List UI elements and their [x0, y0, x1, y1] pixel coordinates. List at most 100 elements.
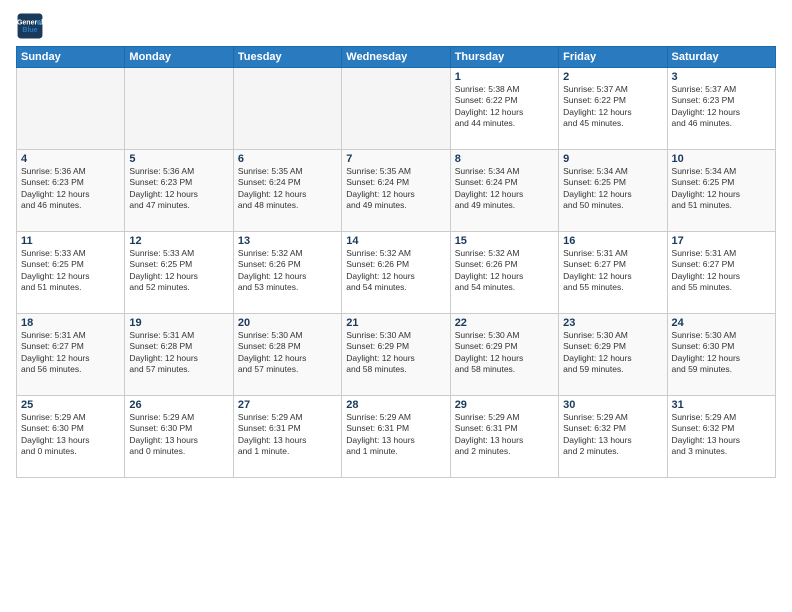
weekday-header-thursday: Thursday: [450, 47, 558, 68]
day-info: Sunrise: 5:29 AM Sunset: 6:31 PM Dayligh…: [346, 412, 445, 458]
day-info: Sunrise: 5:37 AM Sunset: 6:22 PM Dayligh…: [563, 84, 662, 130]
weekday-header-friday: Friday: [559, 47, 667, 68]
weekday-header-row: SundayMondayTuesdayWednesdayThursdayFrid…: [17, 47, 776, 68]
day-cell: 20Sunrise: 5:30 AM Sunset: 6:28 PM Dayli…: [233, 314, 341, 396]
day-cell: 28Sunrise: 5:29 AM Sunset: 6:31 PM Dayli…: [342, 396, 450, 478]
day-info: Sunrise: 5:29 AM Sunset: 6:31 PM Dayligh…: [238, 412, 337, 458]
day-number: 13: [238, 235, 337, 247]
day-cell: 7Sunrise: 5:35 AM Sunset: 6:24 PM Daylig…: [342, 150, 450, 232]
day-cell: 29Sunrise: 5:29 AM Sunset: 6:31 PM Dayli…: [450, 396, 558, 478]
day-cell: 16Sunrise: 5:31 AM Sunset: 6:27 PM Dayli…: [559, 232, 667, 314]
day-number: 12: [129, 235, 228, 247]
day-info: Sunrise: 5:31 AM Sunset: 6:27 PM Dayligh…: [21, 330, 120, 376]
day-number: 9: [563, 153, 662, 165]
day-number: 1: [455, 71, 554, 83]
day-number: 15: [455, 235, 554, 247]
day-cell: 23Sunrise: 5:30 AM Sunset: 6:29 PM Dayli…: [559, 314, 667, 396]
day-number: 30: [563, 399, 662, 411]
day-number: 10: [672, 153, 771, 165]
day-info: Sunrise: 5:31 AM Sunset: 6:27 PM Dayligh…: [672, 248, 771, 294]
day-number: 26: [129, 399, 228, 411]
day-info: Sunrise: 5:38 AM Sunset: 6:22 PM Dayligh…: [455, 84, 554, 130]
day-number: 28: [346, 399, 445, 411]
day-cell: 8Sunrise: 5:34 AM Sunset: 6:24 PM Daylig…: [450, 150, 558, 232]
weekday-header-wednesday: Wednesday: [342, 47, 450, 68]
day-number: 4: [21, 153, 120, 165]
day-cell: 27Sunrise: 5:29 AM Sunset: 6:31 PM Dayli…: [233, 396, 341, 478]
day-cell: 31Sunrise: 5:29 AM Sunset: 6:32 PM Dayli…: [667, 396, 775, 478]
day-number: 8: [455, 153, 554, 165]
day-cell: [233, 68, 341, 150]
day-number: 31: [672, 399, 771, 411]
day-cell: 11Sunrise: 5:33 AM Sunset: 6:25 PM Dayli…: [17, 232, 125, 314]
day-cell: 26Sunrise: 5:29 AM Sunset: 6:30 PM Dayli…: [125, 396, 233, 478]
day-number: 22: [455, 317, 554, 329]
day-cell: 17Sunrise: 5:31 AM Sunset: 6:27 PM Dayli…: [667, 232, 775, 314]
day-cell: 10Sunrise: 5:34 AM Sunset: 6:25 PM Dayli…: [667, 150, 775, 232]
day-info: Sunrise: 5:34 AM Sunset: 6:24 PM Dayligh…: [455, 166, 554, 212]
day-number: 3: [672, 71, 771, 83]
day-info: Sunrise: 5:29 AM Sunset: 6:31 PM Dayligh…: [455, 412, 554, 458]
day-cell: [17, 68, 125, 150]
day-cell: 15Sunrise: 5:32 AM Sunset: 6:26 PM Dayli…: [450, 232, 558, 314]
day-cell: 18Sunrise: 5:31 AM Sunset: 6:27 PM Dayli…: [17, 314, 125, 396]
page: General Blue SundayMondayTuesdayWednesda…: [0, 0, 792, 612]
day-info: Sunrise: 5:31 AM Sunset: 6:28 PM Dayligh…: [129, 330, 228, 376]
day-info: Sunrise: 5:37 AM Sunset: 6:23 PM Dayligh…: [672, 84, 771, 130]
day-info: Sunrise: 5:30 AM Sunset: 6:29 PM Dayligh…: [346, 330, 445, 376]
day-cell: 25Sunrise: 5:29 AM Sunset: 6:30 PM Dayli…: [17, 396, 125, 478]
day-cell: 22Sunrise: 5:30 AM Sunset: 6:29 PM Dayli…: [450, 314, 558, 396]
day-number: 21: [346, 317, 445, 329]
header: General Blue: [16, 12, 776, 40]
day-number: 24: [672, 317, 771, 329]
day-number: 6: [238, 153, 337, 165]
day-info: Sunrise: 5:36 AM Sunset: 6:23 PM Dayligh…: [129, 166, 228, 212]
day-number: 20: [238, 317, 337, 329]
day-info: Sunrise: 5:33 AM Sunset: 6:25 PM Dayligh…: [129, 248, 228, 294]
day-cell: 12Sunrise: 5:33 AM Sunset: 6:25 PM Dayli…: [125, 232, 233, 314]
logo: General Blue: [16, 12, 48, 40]
weekday-header-monday: Monday: [125, 47, 233, 68]
day-info: Sunrise: 5:36 AM Sunset: 6:23 PM Dayligh…: [21, 166, 120, 212]
day-number: 18: [21, 317, 120, 329]
logo-icon: General Blue: [16, 12, 44, 40]
weekday-header-saturday: Saturday: [667, 47, 775, 68]
day-number: 7: [346, 153, 445, 165]
day-number: 14: [346, 235, 445, 247]
day-number: 5: [129, 153, 228, 165]
day-number: 23: [563, 317, 662, 329]
day-cell: 2Sunrise: 5:37 AM Sunset: 6:22 PM Daylig…: [559, 68, 667, 150]
day-cell: 24Sunrise: 5:30 AM Sunset: 6:30 PM Dayli…: [667, 314, 775, 396]
day-info: Sunrise: 5:35 AM Sunset: 6:24 PM Dayligh…: [346, 166, 445, 212]
day-cell: 4Sunrise: 5:36 AM Sunset: 6:23 PM Daylig…: [17, 150, 125, 232]
day-info: Sunrise: 5:35 AM Sunset: 6:24 PM Dayligh…: [238, 166, 337, 212]
week-row-3: 11Sunrise: 5:33 AM Sunset: 6:25 PM Dayli…: [17, 232, 776, 314]
day-cell: 9Sunrise: 5:34 AM Sunset: 6:25 PM Daylig…: [559, 150, 667, 232]
week-row-4: 18Sunrise: 5:31 AM Sunset: 6:27 PM Dayli…: [17, 314, 776, 396]
day-number: 25: [21, 399, 120, 411]
day-number: 2: [563, 71, 662, 83]
day-cell: 1Sunrise: 5:38 AM Sunset: 6:22 PM Daylig…: [450, 68, 558, 150]
day-cell: [125, 68, 233, 150]
day-info: Sunrise: 5:34 AM Sunset: 6:25 PM Dayligh…: [672, 166, 771, 212]
weekday-header-tuesday: Tuesday: [233, 47, 341, 68]
day-number: 16: [563, 235, 662, 247]
day-number: 29: [455, 399, 554, 411]
day-info: Sunrise: 5:34 AM Sunset: 6:25 PM Dayligh…: [563, 166, 662, 212]
svg-text:Blue: Blue: [22, 27, 37, 34]
day-info: Sunrise: 5:29 AM Sunset: 6:32 PM Dayligh…: [672, 412, 771, 458]
week-row-2: 4Sunrise: 5:36 AM Sunset: 6:23 PM Daylig…: [17, 150, 776, 232]
day-info: Sunrise: 5:31 AM Sunset: 6:27 PM Dayligh…: [563, 248, 662, 294]
day-cell: 3Sunrise: 5:37 AM Sunset: 6:23 PM Daylig…: [667, 68, 775, 150]
day-info: Sunrise: 5:29 AM Sunset: 6:30 PM Dayligh…: [21, 412, 120, 458]
day-cell: 14Sunrise: 5:32 AM Sunset: 6:26 PM Dayli…: [342, 232, 450, 314]
day-info: Sunrise: 5:29 AM Sunset: 6:30 PM Dayligh…: [129, 412, 228, 458]
day-info: Sunrise: 5:30 AM Sunset: 6:29 PM Dayligh…: [563, 330, 662, 376]
week-row-1: 1Sunrise: 5:38 AM Sunset: 6:22 PM Daylig…: [17, 68, 776, 150]
day-cell: 19Sunrise: 5:31 AM Sunset: 6:28 PM Dayli…: [125, 314, 233, 396]
day-info: Sunrise: 5:32 AM Sunset: 6:26 PM Dayligh…: [238, 248, 337, 294]
day-number: 19: [129, 317, 228, 329]
day-info: Sunrise: 5:30 AM Sunset: 6:30 PM Dayligh…: [672, 330, 771, 376]
day-info: Sunrise: 5:30 AM Sunset: 6:29 PM Dayligh…: [455, 330, 554, 376]
weekday-header-sunday: Sunday: [17, 47, 125, 68]
